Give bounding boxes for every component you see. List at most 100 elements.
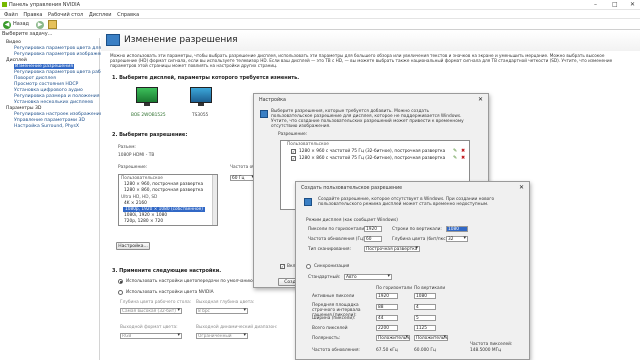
sync-width-h-input[interactable]: 44 xyxy=(376,315,398,321)
refresh-rate-h: 67.50 кГц xyxy=(376,348,398,353)
dynamic-range-select[interactable]: Ограниченный xyxy=(196,333,248,339)
radio-default-colors[interactable] xyxy=(118,279,123,284)
edit-icon[interactable]: ✎ xyxy=(453,155,457,161)
monitor-icon xyxy=(136,87,158,103)
step3-heading: 3. Примените следующие настройки. xyxy=(112,268,222,274)
dialog-resolution-label: Разрешение: xyxy=(278,132,308,137)
tree-item-digital-audio[interactable]: Установка цифрового аудио xyxy=(14,88,83,93)
color-depth-select[interactable]: 32 xyxy=(446,236,468,242)
scan-type-select[interactable]: Построчная развертка xyxy=(364,246,420,252)
sync-width-label: Ширина (пиксели): xyxy=(312,316,356,321)
polarity-v-select[interactable]: Положительн. xyxy=(414,335,449,341)
output-depth-value: 8 bpc xyxy=(198,309,210,314)
output-depth-label: Выходная глубина цвета: xyxy=(196,300,255,305)
display-1-label: BOE 2WOB1525 xyxy=(131,113,166,118)
list-scrollbar[interactable] xyxy=(212,175,217,225)
active-pixels-label: Активные пиксели xyxy=(312,294,355,299)
tree-item-change-resolution[interactable]: Изменение разрешения xyxy=(14,64,74,69)
dialog-info-text: Выберите разрешения, которые требуется д… xyxy=(271,109,464,129)
menu-edit[interactable]: Правка xyxy=(23,12,42,18)
total-h-input[interactable]: 2200 xyxy=(376,325,398,331)
delete-icon[interactable]: ✖ xyxy=(461,148,465,154)
sidebar: Видео Регулировка параметров цвета для в… xyxy=(0,38,138,360)
menu-help[interactable]: Справка xyxy=(117,12,139,18)
radio-nvidia-colors[interactable] xyxy=(118,290,123,295)
res-checkbox-1[interactable]: ✓ xyxy=(291,149,296,154)
minimize-icon[interactable]: – xyxy=(594,1,597,8)
list-item[interactable]: 4K × 2160 xyxy=(124,201,147,206)
tree-category-3d[interactable]: Параметры 3D xyxy=(6,106,41,111)
standard-select[interactable]: Авто xyxy=(344,274,392,280)
tree-item-rotate-display[interactable]: Поворот дисплея xyxy=(14,76,56,81)
active-v-input[interactable]: 1080 xyxy=(414,293,436,299)
tree-category-display[interactable]: Дисплей xyxy=(6,58,27,63)
tree-item-hdcp[interactable]: Просмотр состояния HDCP xyxy=(14,82,78,87)
desktop-depth-select[interactable]: Самая высокая (32-бит) xyxy=(120,308,182,314)
window-title: Панель управления NVIDIA xyxy=(9,2,81,8)
connection-value: 1080P HDMI - ТВ xyxy=(118,153,155,158)
display-resolution-icon xyxy=(106,34,120,46)
tree-item-surround-physx[interactable]: Настройка Surround, PhysX xyxy=(14,124,79,129)
monitor-stand xyxy=(198,103,204,106)
list-item[interactable]: 720p, 1280 × 720 xyxy=(124,219,163,224)
polarity-h-value: Положительн. xyxy=(378,336,411,341)
color-depth-label: Глубина цвета (бит/пкс): xyxy=(392,237,449,242)
delete-icon[interactable]: ✖ xyxy=(461,155,465,161)
maximize-icon[interactable]: □ xyxy=(612,1,618,8)
front-v-input[interactable]: 4 xyxy=(414,304,436,310)
output-format-select[interactable]: RGB xyxy=(120,333,182,339)
radio-nvidia-label: Использовать настройки цвета NVIDIA xyxy=(126,290,214,295)
step2-heading: 2. Выберите разрешение: xyxy=(112,132,188,138)
list-item[interactable]: 1280 × 860 с частотой 75 Гц (32-битное),… xyxy=(299,156,445,161)
standard-label: Стандартный: xyxy=(308,275,341,280)
close-icon[interactable]: ✕ xyxy=(630,1,635,8)
list-group-custom: Пользовательское xyxy=(287,142,329,147)
total-v-input[interactable]: 1125 xyxy=(414,325,436,331)
customize-button[interactable]: Настройка... xyxy=(116,242,150,250)
sync-expand-icon[interactable] xyxy=(306,264,311,269)
tree-category-video[interactable]: Видео xyxy=(6,40,21,45)
edit-icon[interactable]: ✎ xyxy=(453,148,457,154)
refresh-input[interactable]: 60 xyxy=(364,236,382,242)
scan-type-value: Построчная развертка xyxy=(366,247,418,252)
desktop-depth-value: Самая высокая (32-бит) xyxy=(122,309,176,314)
app-icon xyxy=(2,2,7,7)
back-button-label[interactable]: Назад xyxy=(13,21,29,28)
toolbar: ◀ Назад ▶ xyxy=(0,19,640,30)
monitor-icon xyxy=(190,87,212,103)
tree-item-3d-manage[interactable]: Управление параметрами 3D xyxy=(14,118,85,123)
scan-label: Тип сканирования: xyxy=(308,247,351,252)
output-format-label: Выходной формат цвета: xyxy=(120,325,178,330)
front-h-input[interactable]: 88 xyxy=(376,304,398,310)
list-item[interactable]: 1280 × 960, построчная развертка xyxy=(124,182,203,187)
resolution-list[interactable]: Пользовательское 1280 × 960, построчная … xyxy=(118,174,218,226)
h-pixels-input[interactable]: 1920 xyxy=(364,226,382,232)
dialog-close-icon[interactable]: ✕ xyxy=(478,96,483,103)
active-h-input[interactable]: 1920 xyxy=(376,293,398,299)
polarity-h-select[interactable]: Положительн. xyxy=(376,335,411,341)
tree-item-multiple-displays[interactable]: Установка нескольких дисплеев xyxy=(14,100,93,105)
output-depth-select[interactable]: 8 bpc xyxy=(196,308,248,314)
menu-displays[interactable]: Дисплеи xyxy=(89,12,112,18)
column-horizontal: По горизонтали xyxy=(376,286,413,291)
menu-desktop[interactable]: Рабочий стол xyxy=(48,12,83,18)
sync-width-v-input[interactable]: 5 xyxy=(414,315,436,321)
v-lines-input[interactable]: 1080 xyxy=(446,226,468,232)
list-item[interactable]: 1280 × 960 с частотой 75 Гц (32-битное),… xyxy=(299,149,445,154)
list-item[interactable]: Ultra HD, HD, SD xyxy=(121,195,157,200)
res-checkbox-2[interactable]: ✓ xyxy=(291,156,296,161)
forward-arrow-icon[interactable]: ▶ xyxy=(36,20,44,29)
back-arrow-icon[interactable]: ◀ xyxy=(3,20,11,29)
list-item-selected[interactable]: 1080p, 1920 × 1080 (собственное) xyxy=(123,207,205,212)
menu-file[interactable]: Файл xyxy=(4,12,18,18)
refresh-label: Частота обновления (Гц): xyxy=(308,237,367,242)
list-item[interactable]: 1280 × 860, построчная развертка xyxy=(124,188,203,193)
refresh-rate-value: 60 Гц xyxy=(232,176,245,181)
dialog-close-icon[interactable]: ✕ xyxy=(519,184,524,191)
list-item[interactable]: 1080i, 1920 × 1080 xyxy=(124,213,167,218)
info-icon xyxy=(304,198,312,206)
list-item[interactable]: Пользовательское xyxy=(121,176,163,181)
standard-value: Авто xyxy=(346,275,357,280)
enable-checkbox[interactable]: ✓ xyxy=(280,264,285,269)
home-icon[interactable] xyxy=(48,20,57,29)
